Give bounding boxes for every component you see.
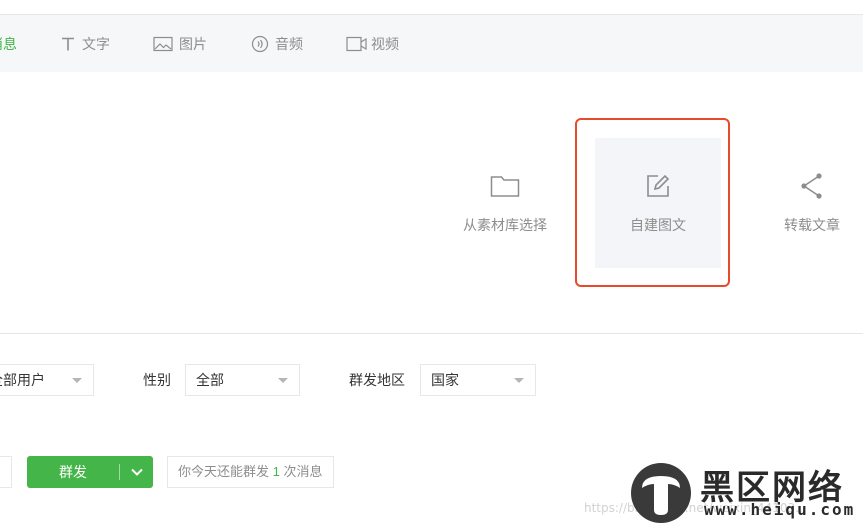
chevron-down-icon	[278, 378, 288, 383]
tab-audio-label: 音频	[275, 36, 303, 52]
video-icon	[346, 36, 368, 52]
send-button-label: 群发	[59, 464, 87, 480]
gender-select-value: 全部	[196, 372, 224, 388]
repost-article-button[interactable]: 转载文章	[749, 138, 863, 268]
chevron-down-icon	[514, 378, 524, 383]
region-select[interactable]: 国家	[420, 364, 536, 396]
choose-from-library-button[interactable]: 从素材库选择	[442, 138, 568, 268]
tab-audio[interactable]: 音频	[251, 15, 303, 73]
watermark-site: www.heiqu.com	[704, 500, 856, 519]
region-label: 群发地区	[349, 372, 405, 388]
share-icon	[799, 172, 825, 200]
mass-send-panel: 图文消息 文字 图片 音频 视频	[0, 0, 863, 527]
tip-count: 1	[272, 464, 280, 479]
tab-text[interactable]: 文字	[60, 15, 110, 73]
tab-news[interactable]: 图文消息	[0, 15, 17, 73]
tab-image-label: 图片	[179, 36, 207, 52]
chevron-down-icon	[130, 468, 143, 476]
send-dropdown-toggle[interactable]	[120, 456, 153, 488]
tab-video-label: 视频	[371, 36, 399, 52]
group-select[interactable]: 全部用户	[0, 364, 94, 396]
region-select-value: 国家	[431, 372, 459, 388]
repost-article-label: 转载文章	[784, 217, 840, 233]
tab-image[interactable]: 图片	[153, 15, 207, 73]
group-select-value: 全部用户	[0, 372, 45, 388]
highlight-box	[575, 118, 730, 287]
gender-label: 性别	[143, 372, 171, 388]
chevron-down-icon	[72, 378, 82, 383]
send-quota-tip: 你今天还能群发 1 次消息	[167, 456, 334, 488]
tab-text-label: 文字	[82, 36, 110, 52]
preview-input[interactable]	[0, 456, 12, 488]
tab-news-label: 图文消息	[0, 36, 17, 52]
message-type-tabs: 图文消息 文字 图片 音频 视频	[0, 14, 863, 72]
audio-icon	[251, 35, 269, 53]
choose-from-library-label: 从素材库选择	[463, 217, 547, 233]
section-divider	[0, 333, 863, 334]
brand-logo-icon	[631, 463, 691, 523]
tab-video[interactable]: 视频	[346, 15, 399, 73]
folder-icon	[490, 172, 520, 200]
image-icon	[153, 36, 173, 52]
tip-prefix: 你今天还能群发	[178, 464, 270, 479]
tip-suffix: 次消息	[283, 464, 323, 479]
send-button[interactable]: 群发	[27, 456, 153, 488]
text-icon	[60, 36, 76, 52]
gender-select[interactable]: 全部	[185, 364, 300, 396]
